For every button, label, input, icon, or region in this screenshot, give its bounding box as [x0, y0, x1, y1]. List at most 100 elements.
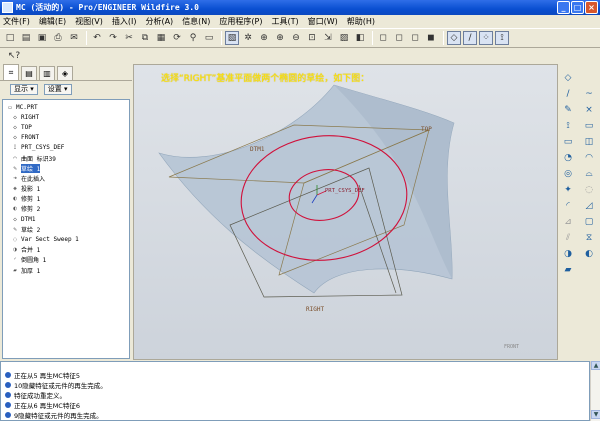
tree-item-label: TOP [21, 123, 32, 131]
tree-item[interactable]: ◜ 倒圆角 1 [3, 255, 129, 265]
orient-icon[interactable]: ⊕ [257, 31, 271, 45]
tree-item[interactable]: ◇ DTM1 [3, 214, 129, 224]
regenerate-icon[interactable]: ⟳ [170, 31, 184, 45]
hidden-line-icon[interactable]: ◻ [392, 31, 406, 45]
hole-icon[interactable]: ◌ [581, 183, 597, 197]
minimize-button[interactable]: _ [557, 1, 570, 14]
tree-item[interactable]: ◐ 修剪 2 [3, 204, 129, 214]
analysis-icon[interactable]: ▭ [581, 119, 597, 133]
model-viewport[interactable]: DTM1 TOP PRT_CSYS_DEF RIGHT FRONT [134, 65, 558, 360]
datum-point-icon[interactable]: × [581, 103, 597, 117]
zoom-in-icon[interactable]: ⊕ [273, 31, 287, 45]
spin-center-icon[interactable]: ✲ [241, 31, 255, 45]
maximize-button[interactable]: □ [571, 1, 584, 14]
edge-chamfer-icon[interactable]: ◿ [581, 199, 597, 213]
copy-icon[interactable]: ⧉ [138, 31, 152, 45]
zoom-out-icon[interactable]: ⊖ [289, 31, 303, 45]
menu-insert[interactable]: 插入(I) [112, 16, 137, 27]
new-file-icon[interactable]: □ [3, 31, 17, 45]
print-icon[interactable]: ⎙ [51, 31, 65, 45]
settings-dropdown[interactable]: 设置 ▾ [43, 83, 72, 95]
tree-item[interactable]: ◌ Var Sect Sweep 1 [3, 234, 129, 244]
revolve-icon[interactable]: ◔ [560, 151, 576, 165]
tree-item[interactable]: ◐ 修剪 1 [3, 194, 129, 204]
blend-icon[interactable]: ◎ [560, 167, 576, 181]
graphics-window[interactable]: DTM1 TOP PRT_CSYS_DEF RIGHT FRONT 选择“RIG… [133, 64, 558, 360]
datum-planes-icon[interactable]: ◇ [447, 31, 461, 45]
reorient-icon[interactable]: ⇲ [321, 31, 335, 45]
folder-browser-tab-icon[interactable]: ▤ [21, 66, 37, 80]
tree-item[interactable]: ▭ MC.PRT [3, 102, 129, 112]
coord-sys-icon[interactable]: ⟟ [560, 119, 576, 133]
tree-item[interactable]: ◇ TOP [3, 122, 129, 132]
cut-icon[interactable]: ✂ [122, 31, 136, 45]
scroll-down-icon[interactable]: ▼ [591, 410, 600, 419]
extrude-icon[interactable]: ◫ [581, 135, 597, 149]
datum-points-icon[interactable]: ⁘ [479, 31, 493, 45]
undo-icon[interactable]: ↶ [90, 31, 104, 45]
mirror-icon[interactable]: ⧖ [581, 231, 597, 245]
sketch-tool-icon[interactable]: ✎ [560, 103, 576, 117]
saved-views-icon[interactable]: ▨ [337, 31, 351, 45]
datum-axis-icon[interactable]: / [560, 87, 576, 101]
favorites-tab-icon[interactable]: ▥ [39, 66, 55, 80]
close-button[interactable]: × [585, 1, 598, 14]
layers-icon[interactable]: ◧ [353, 31, 367, 45]
tree-item[interactable]: ◇ FRONT [3, 133, 129, 143]
message-scrollbar[interactable]: ▲ ▼ [590, 361, 600, 421]
merge-icon[interactable]: ◑ [560, 247, 576, 261]
save-icon[interactable]: ▣ [35, 31, 49, 45]
tree-item[interactable]: ◠ 曲面 标识39 [3, 153, 129, 163]
trim-icon[interactable]: ◐ [581, 247, 597, 261]
rib-icon[interactable]: ⫽ [560, 231, 576, 245]
tree-item[interactable]: ➜ 在此插入 [3, 173, 129, 183]
tree-item[interactable]: ⟟ PRT_CSYS_DEF [3, 143, 129, 153]
tree-item[interactable]: ✎ 草绘 1 [3, 163, 129, 173]
menu-window[interactable]: 窗口(W) [308, 16, 338, 27]
tree-item[interactable]: ◑ 合并 1 [3, 245, 129, 255]
repaint-icon[interactable]: ▧ [225, 31, 239, 45]
menu-edit[interactable]: 编辑(E) [39, 16, 66, 27]
datum-curve-icon[interactable]: ~ [581, 87, 597, 101]
menu-analysis[interactable]: 分析(A) [145, 16, 173, 27]
refit-icon[interactable]: ⊡ [305, 31, 319, 45]
round-icon[interactable]: ◜ [560, 199, 576, 213]
wireframe-icon[interactable]: ◻ [376, 31, 390, 45]
coord-systems-icon[interactable]: ⟟ [495, 31, 509, 45]
tree-item-label: 在此插入 [21, 175, 46, 183]
datum-axes-icon[interactable]: / [463, 31, 477, 45]
menu-view[interactable]: 视图(V) [75, 16, 103, 27]
menu-applications[interactable]: 应用程序(P) [219, 16, 262, 27]
shell-icon[interactable]: ▢ [581, 215, 597, 229]
boundary-blend-icon[interactable]: ⌓ [581, 167, 597, 181]
datum-plane-icon[interactable]: ◇ [560, 71, 576, 85]
draft-icon[interactable]: ⊿ [560, 215, 576, 229]
scroll-up-icon[interactable]: ▲ [591, 361, 600, 370]
menu-tools[interactable]: 工具(T) [272, 16, 299, 27]
select-box-icon[interactable]: ▭ [202, 31, 216, 45]
connections-tab-icon[interactable]: ◈ [57, 66, 73, 80]
find-icon[interactable]: ⚲ [186, 31, 200, 45]
tree-item[interactable]: ✎ 草绘 2 [3, 224, 129, 234]
insert-mode-icon[interactable]: ▭ [560, 135, 576, 149]
redo-icon[interactable]: ↷ [106, 31, 120, 45]
context-help-icon[interactable]: ↖? [7, 49, 21, 63]
tree-item[interactable]: ▰ 加厚 1 [3, 265, 129, 275]
model-tree-tab-icon[interactable]: ⌗ [3, 64, 19, 80]
tree-item[interactable]: ◈ 投影 1 [3, 184, 129, 194]
show-dropdown[interactable]: 显示 ▾ [10, 83, 38, 95]
shading-icon[interactable]: ◼ [424, 31, 438, 45]
style-icon[interactable]: ✦ [560, 183, 576, 197]
tree-item-label: Var Sect Sweep 1 [21, 236, 79, 244]
menu-info[interactable]: 信息(N) [182, 16, 210, 27]
tree-item-label: 修剪 2 [21, 206, 41, 214]
menu-file[interactable]: 文件(F) [3, 16, 30, 27]
no-hidden-icon[interactable]: ◻ [408, 31, 422, 45]
thicken-icon[interactable]: ▰ [560, 263, 576, 277]
paste-icon[interactable]: ▦ [154, 31, 168, 45]
variable-sweep-icon[interactable]: ◠ [581, 151, 597, 165]
tree-item[interactable]: ◇ RIGHT [3, 112, 129, 122]
menu-help[interactable]: 帮助(H) [347, 16, 375, 27]
open-file-icon[interactable]: ▤ [19, 31, 33, 45]
email-icon[interactable]: ✉ [67, 31, 81, 45]
